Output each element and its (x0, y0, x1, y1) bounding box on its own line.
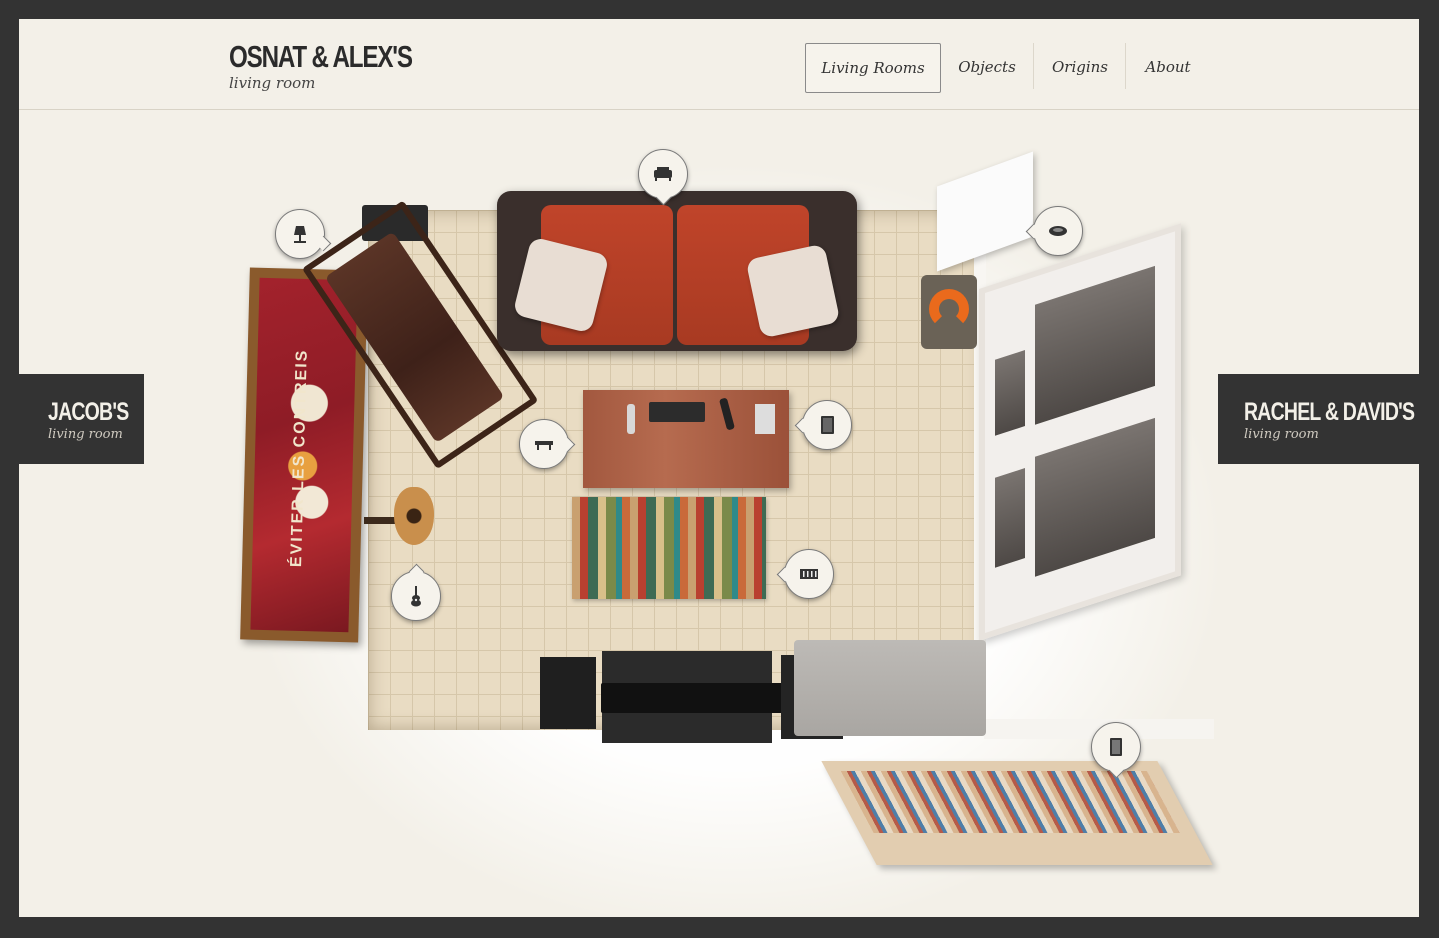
sofa (497, 191, 857, 351)
window-pane (1035, 417, 1155, 577)
nav-divider (1033, 43, 1034, 89)
window-pane (1035, 265, 1155, 425)
site-header: OSNAT & ALEX'S living room Living Rooms … (19, 19, 1419, 110)
nav-objects[interactable]: Objects (947, 43, 1027, 91)
hotspot-book[interactable] (794, 400, 852, 450)
hotspot-guitar[interactable] (391, 563, 441, 621)
prev-room-subtitle: living room (48, 427, 123, 442)
nav-origins[interactable]: Origins (1037, 43, 1123, 91)
remote-control (718, 397, 736, 431)
poster-image: ÉVITER LES CONTREIS (250, 277, 358, 633)
cushion (745, 243, 841, 339)
phones (755, 404, 775, 434)
nav-living-rooms[interactable]: Living Rooms (805, 43, 941, 93)
remote-control (627, 404, 635, 434)
cabinet (794, 640, 986, 736)
puzzle-frame (821, 761, 1213, 865)
hotspot-rug[interactable] (776, 549, 834, 599)
nav-about[interactable]: About (1129, 43, 1207, 91)
next-room-name: RACHEL & DAVID'S (1244, 398, 1415, 426)
neck-pillow (929, 289, 969, 329)
hotspot-sofa[interactable] (638, 149, 688, 206)
shelf-unit (540, 657, 596, 729)
next-room-subtitle: living room (1244, 427, 1319, 442)
guitar (394, 487, 434, 545)
hotspot-speaker[interactable] (1025, 206, 1083, 256)
television (601, 683, 785, 713)
kilim-rug (572, 497, 766, 599)
nav-divider (1125, 43, 1126, 89)
window (979, 223, 1181, 642)
site-title[interactable]: OSNAT & ALEX'S (229, 39, 413, 75)
hotspot-tablet[interactable] (1091, 722, 1141, 779)
window-pane (995, 468, 1025, 568)
coffee-table (583, 390, 789, 488)
guitar-neck (364, 517, 398, 524)
site-subtitle: living room (229, 74, 316, 92)
prev-room-tab[interactable]: JACOB'S living room (19, 374, 144, 464)
prev-room-name: JACOB'S (48, 398, 129, 426)
hotspot-bench[interactable] (519, 419, 576, 469)
window-pane (995, 350, 1025, 436)
hotspot-lamp[interactable] (275, 209, 332, 259)
keyboard (649, 402, 705, 422)
basket (921, 275, 977, 349)
puzzle-image (840, 771, 1180, 833)
next-room-tab[interactable]: RACHEL & DAVID'S living room (1218, 374, 1419, 464)
page-canvas: OSNAT & ALEX'S living room Living Rooms … (19, 19, 1419, 917)
